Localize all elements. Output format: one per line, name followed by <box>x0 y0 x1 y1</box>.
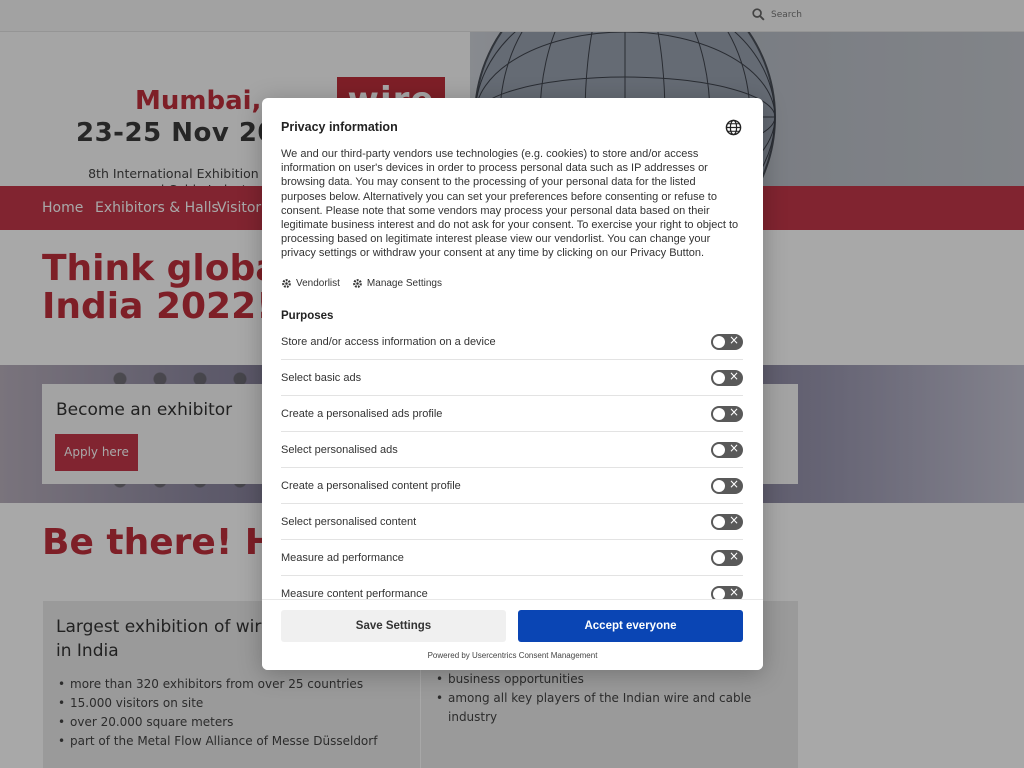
purpose-label: Select personalised content <box>281 515 417 528</box>
purpose-toggle[interactable] <box>711 513 743 530</box>
purpose-label: Create a personalised ads profile <box>281 407 443 420</box>
purpose-row: Measure content performance <box>281 576 743 599</box>
purpose-row: Create a personalised content profile <box>281 468 743 504</box>
save-settings-button[interactable]: Save Settings <box>281 610 506 642</box>
purposes-heading: Purposes <box>281 310 334 322</box>
purpose-row: Select basic ads <box>281 360 743 396</box>
purposes-list[interactable]: Store and/or access information on a dev… <box>281 324 743 599</box>
dialog-title: Privacy information <box>281 120 398 134</box>
purpose-label: Measure content performance <box>281 587 428 600</box>
manage-settings-link[interactable]: Manage Settings <box>352 278 442 289</box>
purpose-toggle[interactable] <box>711 333 743 350</box>
privacy-dialog: Privacy information We and our third-par… <box>262 98 763 670</box>
purpose-label: Store and/or access information on a dev… <box>281 335 496 348</box>
purpose-toggle[interactable] <box>711 477 743 494</box>
purpose-row: Store and/or access information on a dev… <box>281 324 743 360</box>
manage-settings-label: Manage Settings <box>366 278 442 289</box>
purpose-toggle[interactable] <box>711 369 743 386</box>
purpose-row: Select personalised ads <box>281 432 743 468</box>
purpose-row: Select personalised content <box>281 504 743 540</box>
powered-by-text: Powered by Usercentrics Consent Manageme… <box>427 651 598 660</box>
vendorlist-link[interactable]: Vendorlist <box>281 278 340 289</box>
purpose-row: Create a personalised ads profile <box>281 396 743 432</box>
globe-language-icon[interactable] <box>725 119 742 136</box>
purpose-toggle[interactable] <box>711 549 743 566</box>
purpose-row: Measure ad performance <box>281 540 743 576</box>
purpose-toggle[interactable] <box>711 585 743 599</box>
purpose-toggle[interactable] <box>711 441 743 458</box>
purpose-label: Create a personalised content profile <box>281 479 461 492</box>
purpose-label: Measure ad performance <box>281 551 404 564</box>
dialog-body-text: We and our third-party vendors use techn… <box>281 148 739 260</box>
gear-icon <box>282 279 291 288</box>
gear-icon <box>353 279 362 288</box>
dialog-footer: Save Settings Accept everyone Powered by… <box>262 599 763 670</box>
purpose-label: Select personalised ads <box>281 443 398 456</box>
vendorlist-label: Vendorlist <box>296 278 340 289</box>
dialog-links: Vendorlist Manage Settings <box>281 278 442 289</box>
accept-everyone-button[interactable]: Accept everyone <box>518 610 743 642</box>
purpose-toggle[interactable] <box>711 405 743 422</box>
purpose-label: Select basic ads <box>281 371 362 384</box>
